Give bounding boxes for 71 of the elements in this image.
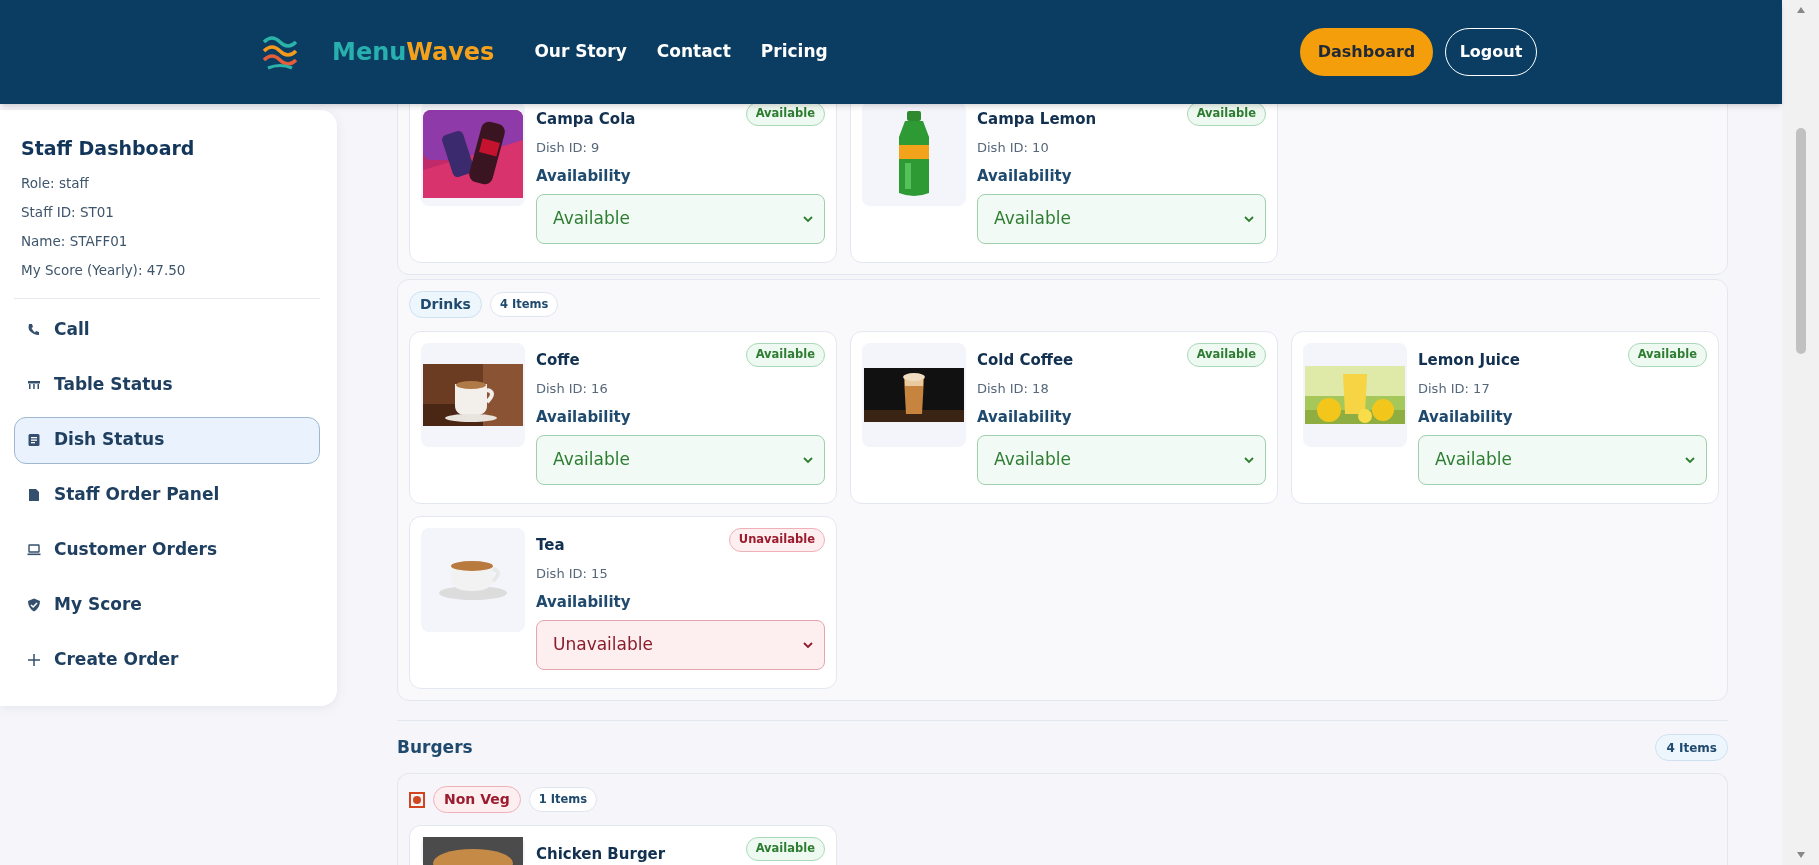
scroll-down-icon[interactable] bbox=[1795, 851, 1806, 859]
section-heading: Burgers bbox=[397, 735, 473, 759]
field-label: Availability bbox=[536, 407, 632, 428]
chevron-down-icon bbox=[1684, 455, 1696, 464]
field-label: Availability bbox=[536, 592, 632, 613]
chevron-down-icon bbox=[802, 640, 814, 649]
dish-id: Dish ID: 15 bbox=[536, 564, 609, 583]
field-label: Availability bbox=[1418, 407, 1514, 428]
document-icon bbox=[26, 432, 42, 448]
item-count: 4 Items bbox=[489, 292, 559, 317]
item-count: 1 Items bbox=[528, 787, 598, 812]
nav-link[interactable]: Contact bbox=[656, 39, 731, 65]
scrollbar-thumb[interactable] bbox=[1795, 128, 1806, 354]
category-tag: Non Veg bbox=[433, 786, 521, 813]
sidebar-item[interactable]: My Score bbox=[14, 581, 320, 629]
sidebar-title: Staff Dashboard bbox=[21, 136, 196, 161]
dish-name: Campa Cola bbox=[536, 109, 636, 130]
nav-link[interactable]: Pricing bbox=[760, 39, 828, 65]
scroll-up-icon[interactable] bbox=[1795, 6, 1806, 14]
shield-check-icon bbox=[26, 597, 42, 613]
field-label: Availability bbox=[977, 407, 1073, 428]
status-badge: Available bbox=[745, 837, 825, 861]
item-count: 4 Items bbox=[1655, 734, 1728, 761]
dish-id: Dish ID: 16 bbox=[536, 379, 609, 398]
availability-select[interactable]: Unavailable bbox=[536, 619, 825, 670]
brand-name[interactable]: MenuWaves bbox=[332, 34, 495, 70]
chevron-down-icon bbox=[1243, 455, 1255, 464]
availability-select[interactable]: Available bbox=[977, 193, 1266, 244]
dashboard-button[interactable]: Dashboard bbox=[1300, 28, 1433, 76]
staff-info: My Score (Yearly): 47.50 bbox=[21, 260, 187, 280]
field-label: Availability bbox=[977, 166, 1073, 187]
dish-id: Dish ID: 10 bbox=[977, 138, 1050, 157]
dish-id: Dish ID: 9 bbox=[536, 138, 601, 157]
chevron-down-icon bbox=[802, 455, 814, 464]
scrollbar[interactable] bbox=[1782, 0, 1819, 865]
availability-select[interactable]: Available bbox=[536, 434, 825, 485]
status-badge: Unavailable bbox=[728, 528, 825, 552]
dish-name: Tea bbox=[536, 535, 565, 556]
sidebar-item[interactable]: Table Status bbox=[14, 361, 320, 409]
category-tag: Drinks bbox=[409, 291, 482, 318]
status-badge: Available bbox=[1186, 102, 1266, 126]
sidebar-item[interactable]: Staff Order Panel bbox=[14, 471, 320, 519]
file-icon bbox=[26, 487, 42, 503]
sidebar-item[interactable]: Create Order bbox=[14, 636, 320, 684]
dish-name: Cold Coffee bbox=[977, 350, 1074, 371]
plus-icon bbox=[26, 652, 42, 668]
dish-name: Campa Lemon bbox=[977, 109, 1097, 130]
sidebar-item[interactable]: Customer Orders bbox=[14, 526, 320, 574]
chevron-down-icon bbox=[802, 214, 814, 223]
chevron-down-icon bbox=[1243, 214, 1255, 223]
sidebar-item[interactable]: Call bbox=[14, 306, 320, 354]
field-label: Availability bbox=[536, 166, 632, 187]
dish-name: Coffe bbox=[536, 350, 580, 371]
availability-select[interactable]: Available bbox=[536, 193, 825, 244]
nav-link[interactable]: Our Story bbox=[534, 39, 627, 65]
staff-info: Staff ID: ST01 bbox=[21, 202, 115, 222]
status-badge: Available bbox=[1186, 343, 1266, 367]
phone-icon bbox=[26, 322, 42, 338]
status-badge: Available bbox=[745, 343, 825, 367]
availability-select[interactable]: Available bbox=[1418, 434, 1707, 485]
dish-id: Dish ID: 18 bbox=[977, 379, 1050, 398]
status-badge: Available bbox=[1627, 343, 1707, 367]
staff-info: Name: STAFF01 bbox=[21, 231, 129, 251]
sidebar-item[interactable]: Dish Status bbox=[14, 416, 320, 464]
dish-id: Dish ID: 17 bbox=[1418, 379, 1491, 398]
staff-info: Role: staff bbox=[21, 173, 90, 193]
status-badge: Available bbox=[745, 102, 825, 126]
availability-select[interactable]: Available bbox=[977, 434, 1266, 485]
dish-name: Lemon Juice bbox=[1418, 350, 1521, 371]
dish-name: Chicken Burger bbox=[536, 844, 666, 865]
laptop-icon bbox=[26, 542, 42, 558]
